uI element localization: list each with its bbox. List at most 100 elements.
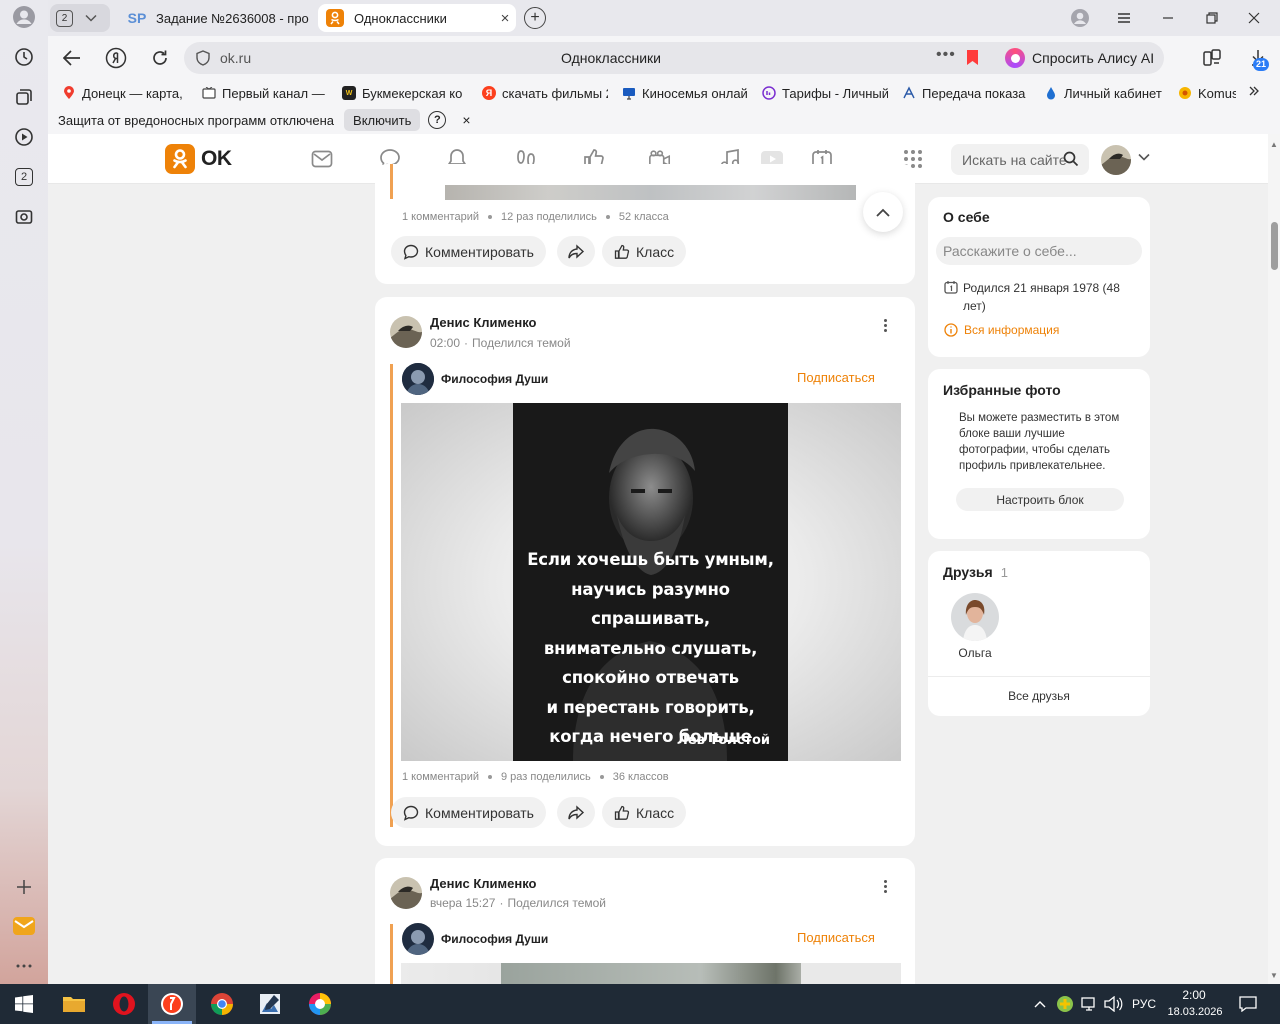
close-icon[interactable]: × xyxy=(462,112,470,128)
help-icon[interactable]: ? xyxy=(428,111,447,129)
tab-task[interactable]: SP Задание №2636008 - про xyxy=(120,4,312,32)
group-name[interactable]: Философия Души xyxy=(441,932,548,946)
history-icon[interactable] xyxy=(12,45,36,69)
post-image[interactable] xyxy=(401,963,901,984)
shares-count[interactable]: 12 раз поделились xyxy=(501,211,597,223)
scroll-to-top-button[interactable] xyxy=(863,192,903,232)
more-bookmarks-icon[interactable] xyxy=(1248,85,1260,97)
author-avatar[interactable] xyxy=(390,877,422,909)
bookmark-donetsk[interactable]: Донецк — карта, xyxy=(62,86,188,101)
bookmark-komus[interactable]: Komus xyxy=(1178,86,1236,101)
comment-button[interactable]: Комментировать xyxy=(391,236,546,267)
group-avatar[interactable] xyxy=(402,923,434,955)
comment-button[interactable]: Комментировать xyxy=(391,797,546,828)
likes-count[interactable]: 52 класса xyxy=(619,211,669,223)
windows-start-icon[interactable] xyxy=(12,992,36,1016)
author-name[interactable]: Денис Клименко xyxy=(430,876,537,891)
configure-block-button[interactable]: Настроить блок xyxy=(956,488,1124,511)
close-window-icon[interactable] xyxy=(1242,8,1266,28)
tab-odnoklassniki[interactable]: Одноклассники × xyxy=(318,4,516,32)
chevron-down-icon[interactable] xyxy=(1138,153,1150,161)
post-image[interactable] xyxy=(445,185,856,200)
search-icon[interactable] xyxy=(1063,151,1079,167)
scroll-up-icon[interactable]: ▲ xyxy=(1270,140,1278,149)
network-icon[interactable] xyxy=(1078,992,1100,1016)
bookmark-kinosemya[interactable]: Киносемья онлай xyxy=(622,86,748,101)
all-friends-link[interactable]: Все друзья xyxy=(928,689,1150,703)
yandex-browser-icon[interactable] xyxy=(160,992,184,1016)
tab-group-button[interactable]: 2 xyxy=(50,4,110,32)
enable-protection-button[interactable]: Включить xyxy=(344,109,421,131)
friend-avatar[interactable] xyxy=(951,593,999,641)
clock-time[interactable]: 2:00 xyxy=(1168,988,1220,1002)
clock-date[interactable]: 18.03.2026 xyxy=(1166,1006,1224,1018)
tray-overflow-icon[interactable] xyxy=(1030,992,1050,1016)
share-button[interactable] xyxy=(557,236,595,267)
bookmark-tariffs[interactable]: Тарифы - Личный xyxy=(762,86,888,101)
comments-count[interactable]: 1 комментарий xyxy=(402,211,479,223)
minimize-icon[interactable] xyxy=(1156,8,1180,28)
file-explorer-icon[interactable] xyxy=(62,992,86,1016)
chrome-icon[interactable] xyxy=(210,992,234,1016)
friend-name[interactable]: Ольга xyxy=(951,646,999,660)
group-avatar[interactable] xyxy=(402,363,434,395)
account-icon[interactable] xyxy=(1068,8,1092,28)
profile-icon[interactable] xyxy=(12,5,36,29)
share-button[interactable] xyxy=(557,797,595,828)
likes-count[interactable]: 36 классов xyxy=(613,771,669,783)
bookmark-first-channel[interactable]: Первый канал — xyxy=(202,86,328,101)
about-input[interactable]: Расскажите о себе... xyxy=(936,237,1142,265)
messages-icon[interactable] xyxy=(310,147,334,171)
notifications-center-icon[interactable] xyxy=(1236,992,1260,1016)
like-button[interactable]: Класс xyxy=(602,797,687,828)
all-info-link[interactable]: Вся информация xyxy=(944,323,1059,337)
omnibox[interactable]: ok.ru Одноклассники ••• xyxy=(184,42,1038,74)
bookmark-films[interactable]: Я скачать фильмы 2 xyxy=(482,86,608,101)
screenshot-icon[interactable] xyxy=(12,205,36,229)
back-icon[interactable] xyxy=(60,46,84,70)
drawing-app-icon[interactable] xyxy=(258,992,282,1016)
yandex-icon[interactable] xyxy=(104,46,128,70)
menu-icon[interactable] xyxy=(1112,8,1136,28)
bookmark-bookmaker[interactable]: W Букмекерская ко xyxy=(342,86,468,101)
post-menu-icon[interactable] xyxy=(884,880,888,893)
new-tab-button[interactable]: + xyxy=(524,7,546,29)
mail-app-icon[interactable] xyxy=(12,914,36,938)
tab-close-icon[interactable]: × xyxy=(494,10,516,27)
tab-counter-icon[interactable]: 2 xyxy=(12,165,36,189)
post-image[interactable]: Если хочешь быть умным, научись разумно … xyxy=(401,403,901,761)
tray-app-icon[interactable] xyxy=(1054,992,1076,1016)
volume-icon[interactable] xyxy=(1102,992,1124,1016)
bookmark-icon[interactable] xyxy=(966,49,979,66)
author-avatar[interactable] xyxy=(390,316,422,348)
more-icon[interactable] xyxy=(12,954,36,978)
video-icon[interactable] xyxy=(12,125,36,149)
subscribe-button[interactable]: Подписаться xyxy=(797,930,875,945)
user-avatar[interactable] xyxy=(1101,145,1131,175)
ok-search-input[interactable]: Искать на сайте xyxy=(951,144,1089,175)
language-indicator[interactable]: РУС xyxy=(1132,997,1156,1011)
bookmark-meter-readings[interactable]: Передача показа xyxy=(902,86,1030,101)
downloads-icon[interactable]: 21 xyxy=(1246,46,1270,71)
like-button[interactable]: Класс xyxy=(602,236,687,267)
restore-icon[interactable] xyxy=(1200,8,1224,28)
subscribe-button[interactable]: Подписаться xyxy=(797,370,875,385)
opera-icon[interactable] xyxy=(112,992,136,1016)
bookmark-cabinet[interactable]: Личный кабинет xyxy=(1044,86,1164,101)
more-dots-icon[interactable]: ••• xyxy=(936,46,956,64)
collections-icon[interactable] xyxy=(12,85,36,109)
add-panel-icon[interactable] xyxy=(12,875,36,899)
comments-count[interactable]: 1 комментарий xyxy=(402,771,479,783)
author-name[interactable]: Денис Клименко xyxy=(430,315,537,330)
post-menu-icon[interactable] xyxy=(884,319,888,332)
ok-logo[interactable]: OK xyxy=(165,144,232,174)
ask-alisa-button[interactable]: Спросить Алису AI xyxy=(998,42,1164,74)
group-name[interactable]: Философия Души xyxy=(441,372,548,386)
extensions-icon[interactable] xyxy=(1200,46,1224,70)
scroll-down-icon[interactable]: ▼ xyxy=(1270,971,1278,980)
color-app-icon[interactable] xyxy=(308,992,332,1016)
page-scrollbar[interactable]: ▲ ▼ xyxy=(1268,134,1280,984)
reload-icon[interactable] xyxy=(148,46,172,70)
scroll-thumb[interactable] xyxy=(1271,222,1278,270)
friends-header[interactable]: Друзья 1 xyxy=(943,564,1008,580)
